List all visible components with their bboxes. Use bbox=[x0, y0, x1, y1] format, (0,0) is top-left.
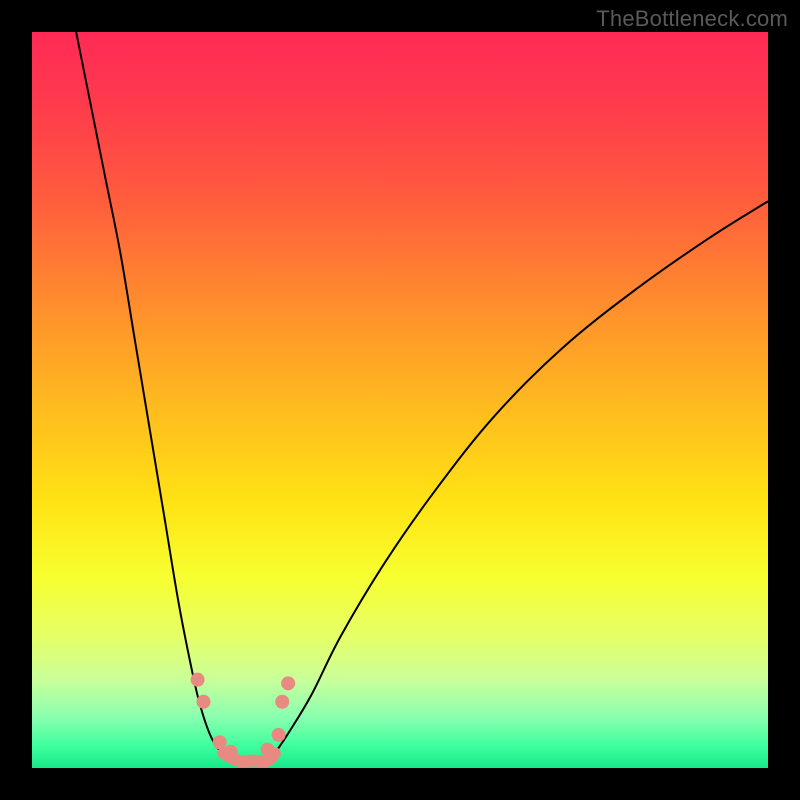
marker-dot bbox=[196, 695, 210, 709]
curve-right-branch bbox=[275, 201, 768, 753]
watermark-text: TheBottleneck.com bbox=[596, 6, 788, 32]
marker-dot bbox=[224, 745, 238, 759]
marker-dot bbox=[213, 735, 227, 749]
marker-dot bbox=[281, 676, 295, 690]
curve-left-branch bbox=[76, 32, 223, 753]
chart-frame: TheBottleneck.com bbox=[0, 0, 800, 800]
marker-dot bbox=[191, 673, 205, 687]
marker-dot bbox=[261, 743, 275, 757]
marker-dot bbox=[272, 728, 286, 742]
marker-dot bbox=[275, 695, 289, 709]
plot-area bbox=[32, 32, 768, 768]
curve-layer bbox=[32, 32, 768, 768]
